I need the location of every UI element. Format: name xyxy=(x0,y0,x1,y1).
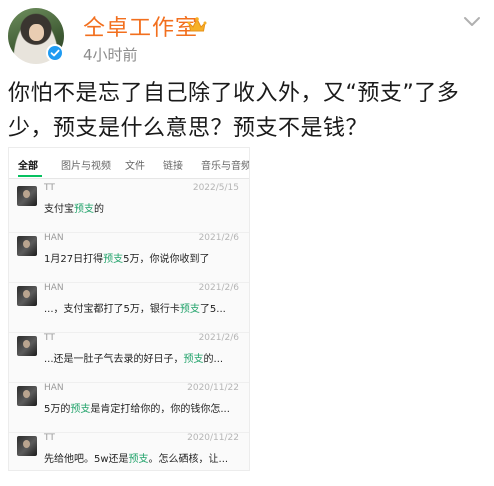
message-text: ...还是一肚子气去录的好日子，预支的... xyxy=(44,354,224,365)
list-item[interactable]: HAN 2021/2/6 1月27日打得预支5万，你说你收到了 xyxy=(9,233,249,283)
tab-links[interactable]: 链接 xyxy=(163,157,183,172)
message-text: 5万的预支是肯定打给你的，你的钱你怎... xyxy=(44,404,230,415)
keyword-highlight: 预支 xyxy=(128,454,149,465)
list-item[interactable]: HAN 2021/2/6 ...，支付宝都打了5万，银行卡预支了5... xyxy=(9,283,249,333)
tab-files[interactable]: 文件 xyxy=(125,157,145,172)
message-date: 2022/5/15 xyxy=(192,183,239,193)
keyword-highlight: 预支 xyxy=(179,304,200,315)
message-text: 支付宝预支的 xyxy=(44,204,104,215)
avatar xyxy=(17,336,37,356)
message-sender: TT xyxy=(44,333,55,343)
chevron-down-icon[interactable] xyxy=(463,16,481,28)
username[interactable]: 仝卓工作室 xyxy=(83,10,198,42)
message-sender: HAN xyxy=(44,383,64,393)
tab-audio[interactable]: 音乐与音频 xyxy=(201,157,249,172)
list-item[interactable]: TT 2022/5/15 支付宝预支的 xyxy=(9,183,249,233)
message-text: ...，支付宝都打了5万，银行卡预支了5... xyxy=(44,304,226,315)
list-item[interactable]: TT 2021/2/6 ...还是一肚子气去录的好日子，预支的... xyxy=(9,333,249,383)
avatar xyxy=(17,236,37,256)
message-sender: TT xyxy=(44,433,55,443)
keyword-highlight: 预支 xyxy=(70,404,91,415)
keyword-highlight: 预支 xyxy=(183,354,204,365)
tab-images-videos[interactable]: 图片与视频 xyxy=(61,157,111,172)
list-item[interactable]: HAN 2020/11/22 5万的预支是肯定打给你的，你的钱你怎... xyxy=(9,383,249,433)
message-date: 2021/2/6 xyxy=(198,333,239,343)
verified-badge-icon xyxy=(46,44,64,62)
crown-icon xyxy=(187,17,207,32)
message-date: 2020/11/22 xyxy=(187,383,239,393)
avatar xyxy=(17,386,37,406)
active-tab-indicator xyxy=(18,175,42,177)
keyword-highlight: 预支 xyxy=(74,204,94,215)
tab-all[interactable]: 全部 xyxy=(18,157,38,172)
message-date: 2020/11/22 xyxy=(187,433,239,443)
avatar xyxy=(17,436,37,456)
message-date: 2021/2/6 xyxy=(198,233,239,243)
post-text: 你怕不是忘了自己除了收入外，又“预支”了多少，预支是什么意思？预支不是钱？ xyxy=(8,81,460,141)
message-text: 1月27日打得预支5万，你说你收到了 xyxy=(44,254,210,265)
message-sender: HAN xyxy=(44,283,64,293)
list-item[interactable]: TT 2020/11/22 先给他吧。5w还是预支。怎么硒核，让... xyxy=(9,433,249,470)
message-text: 先给他吧。5w还是预支。怎么硒核，让... xyxy=(44,454,229,465)
keyword-highlight: 预支 xyxy=(103,254,124,265)
avatar xyxy=(17,286,37,306)
message-sender: HAN xyxy=(44,233,64,243)
chat-filter-tabs: 全部 图片与视频 文件 链接 音乐与音频 xyxy=(9,148,249,179)
chat-record-image[interactable]: 全部 图片与视频 文件 链接 音乐与音频 TT 2022/5/15 支付宝预支的… xyxy=(8,147,250,471)
avatar xyxy=(17,186,37,206)
message-date: 2021/2/6 xyxy=(198,283,239,293)
post-timestamp: 4小时前 xyxy=(83,46,138,64)
message-sender: TT xyxy=(44,183,55,193)
